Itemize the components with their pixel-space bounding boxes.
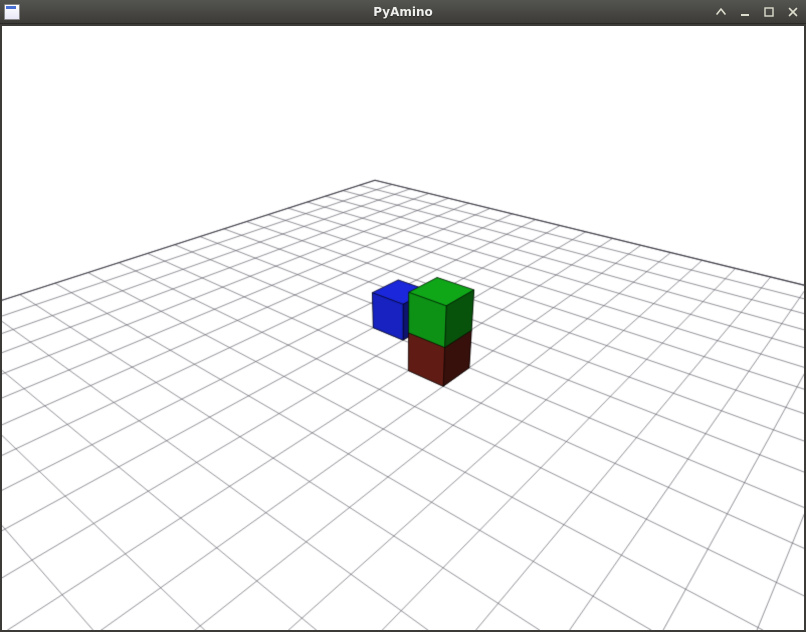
caret-up-icon bbox=[716, 7, 726, 17]
maximize-button[interactable] bbox=[760, 4, 778, 20]
minimize-button[interactable] bbox=[736, 4, 754, 20]
window-app-icon bbox=[4, 4, 20, 20]
window-client-border bbox=[0, 24, 806, 632]
viewport-3d[interactable] bbox=[2, 26, 804, 630]
window-controls bbox=[712, 4, 802, 20]
maximize-icon bbox=[764, 7, 774, 17]
minimize-icon bbox=[740, 7, 750, 17]
keep-on-top-button[interactable] bbox=[712, 4, 730, 20]
window-titlebar: PyAmino bbox=[0, 0, 806, 24]
close-icon bbox=[788, 7, 798, 17]
close-button[interactable] bbox=[784, 4, 802, 20]
window-title: PyAmino bbox=[373, 5, 433, 19]
render-canvas bbox=[2, 26, 804, 630]
